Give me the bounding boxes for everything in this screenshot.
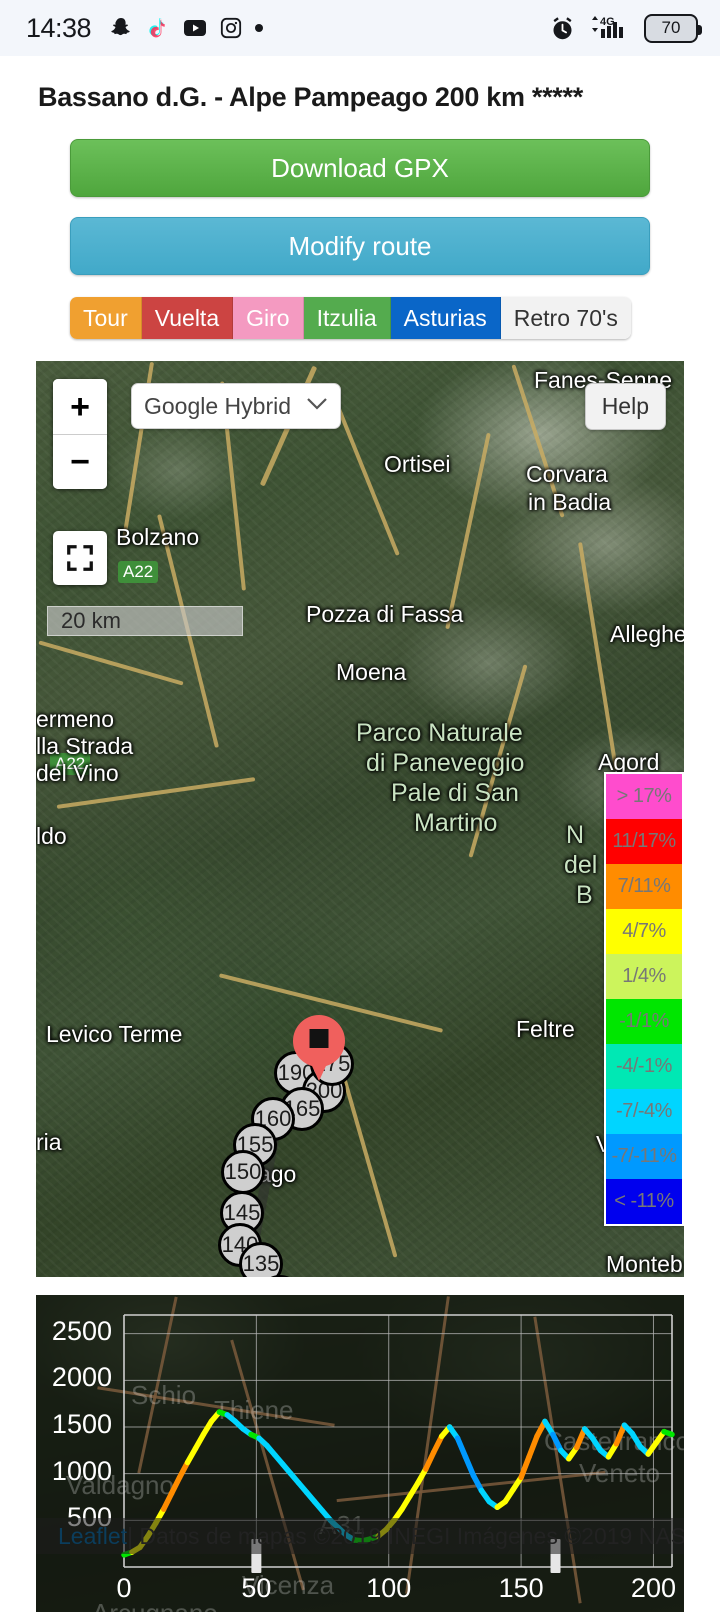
elevation-chart-svg xyxy=(121,1314,675,1573)
elevation-y-tick: 2500 xyxy=(51,1315,112,1346)
elevation-x-tick: 100 xyxy=(366,1573,412,1603)
status-time: 14:38 xyxy=(26,12,92,43)
zoom-control[interactable]: + − xyxy=(53,379,107,489)
legend-row: -4/-1% xyxy=(606,1044,682,1089)
highway-shield: A22 xyxy=(50,753,91,775)
help-button[interactable]: Help xyxy=(584,383,666,430)
legend-row: > 17% xyxy=(606,774,682,819)
tab-asturias[interactable]: Asturias xyxy=(390,297,501,339)
tab-vuelta[interactable]: Vuelta xyxy=(141,297,234,339)
page-title: Bassano d.G. - Alpe Pampeago 200 km ****… xyxy=(38,82,583,112)
gradient-legend: > 17% 11/17% 7/11% 4/7% 1/4% -1/1% -4/-1% -7/-4… xyxy=(604,772,684,1226)
youtube-icon xyxy=(183,18,207,38)
basemap-select[interactable]: Google Hybrid xyxy=(131,383,341,429)
zoom-out-button[interactable]: − xyxy=(53,434,107,489)
battery-indicator: 70 xyxy=(644,13,702,43)
instagram-icon xyxy=(220,17,242,39)
race-style-tabs: Tour Vuelta Giro Itzulia Asturias Retro 70's xyxy=(70,297,631,339)
legend-row: 11/17% xyxy=(606,819,682,864)
status-system-icons: 4G 70 xyxy=(549,0,702,56)
tab-retro-70-s[interactable]: Retro 70's xyxy=(500,297,631,339)
elevation-x-tick: 50 xyxy=(241,1573,272,1603)
elevation-y-tick: 1500 xyxy=(51,1409,112,1439)
pin-tip xyxy=(306,1053,332,1081)
leaflet-link[interactable]: Leaflet xyxy=(58,1523,127,1550)
elevation-x-tick: 0 xyxy=(116,1573,132,1603)
tab-giro[interactable]: Giro xyxy=(233,297,304,339)
tab-itzulia[interactable]: Itzulia xyxy=(303,297,391,339)
elevation-x-tick: 150 xyxy=(498,1573,544,1603)
legend-row: -7/-4% xyxy=(606,1089,682,1134)
map-attribution: Leaflet | Datos de mapas ©2019 INEGI Imá… xyxy=(36,1518,684,1554)
legend-row: < -11% xyxy=(606,1179,682,1224)
legend-row: 4/7% xyxy=(606,909,682,954)
highway-shield: A22 xyxy=(118,561,159,583)
zoom-in-button[interactable]: + xyxy=(53,379,107,434)
route-map[interactable]: A22 A22 Fanes-Senne Ortisei Corvara in Badi… xyxy=(36,361,684,1277)
network-signal-icon: 4G xyxy=(588,14,632,42)
fullscreen-icon xyxy=(67,545,93,571)
legend-row: -1/1% xyxy=(606,999,682,1044)
action-button-group: Download GPX Modify route xyxy=(0,113,720,275)
route-km-marker[interactable]: 150 xyxy=(221,1150,265,1194)
basemap-select-value: Google Hybrid xyxy=(144,392,292,419)
legend-row: 1/4% xyxy=(606,954,682,999)
elevation-y-tick: 1000 xyxy=(51,1455,112,1486)
fullscreen-button[interactable] xyxy=(53,531,107,585)
legend-row: 7/11% xyxy=(606,864,682,909)
status-notification-icons xyxy=(109,16,264,40)
battery-level: 70 xyxy=(661,18,681,37)
snapchat-icon xyxy=(109,16,133,40)
legend-row: -7/-11% xyxy=(606,1134,682,1179)
attribution-text: | Datos de mapas ©2019 INEGI Imágenes ©2… xyxy=(127,1522,684,1549)
elevation-profile[interactable]: SchioThieneValdagnoA31VicenzaArcugnanoCa… xyxy=(36,1295,684,1612)
finish-square-icon xyxy=(309,1029,329,1048)
tiktok-icon xyxy=(146,16,170,40)
more-dot-icon xyxy=(255,24,264,32)
tab-tour[interactable]: Tour xyxy=(70,297,142,339)
modify-route-button[interactable]: Modify route xyxy=(70,217,650,275)
chevron-down-icon xyxy=(306,395,328,417)
download-gpx-button[interactable]: Download GPX xyxy=(70,139,650,197)
elevation-y-tick: 2000 xyxy=(51,1362,112,1393)
alarm-clock-icon xyxy=(549,15,576,42)
finish-pin[interactable] xyxy=(293,1015,345,1081)
map-scale-bar: 20 km xyxy=(47,606,243,636)
status-bar: 14:38 4G 70 xyxy=(0,0,720,56)
elevation-x-tick: 200 xyxy=(630,1573,676,1603)
